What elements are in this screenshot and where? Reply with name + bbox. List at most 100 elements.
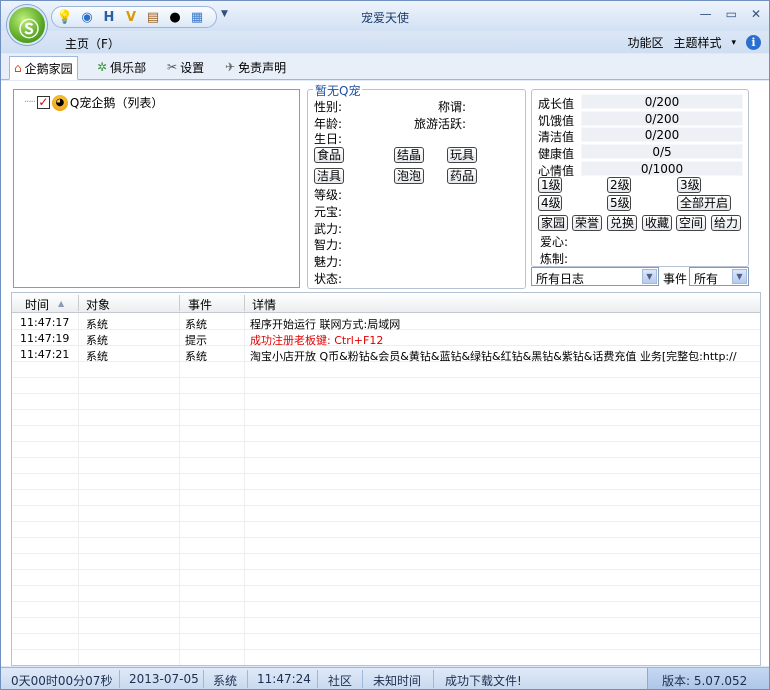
- home-button[interactable]: 家园: [538, 215, 568, 231]
- close-icon[interactable]: ✕: [751, 7, 761, 21]
- penguin-icon: ◕: [51, 94, 68, 111]
- grid-row-line: [12, 537, 760, 538]
- stat-value: 0/200: [581, 111, 743, 126]
- cell-time: 11:47:17: [20, 316, 70, 329]
- cell-detail: 淘宝小店开放 Q币&粉钻&会员&黄钻&蓝钻&绿钻&红钻&黑钻&紫钻&话费充值 业…: [250, 350, 737, 363]
- status-divider: [119, 670, 120, 688]
- column-header-event[interactable]: 事件: [188, 296, 212, 313]
- status-divider: [317, 670, 318, 688]
- stat-health: 健康值 0/5: [538, 144, 744, 161]
- maximize-icon[interactable]: ▭: [726, 7, 737, 21]
- tab-settings[interactable]: ✂ 设置: [163, 56, 208, 78]
- stat-label: 成长值: [538, 97, 575, 111]
- status-version-panel: 版本: 5.07.052: [647, 668, 769, 689]
- crystal-button[interactable]: 结晶: [394, 147, 424, 163]
- bubble-button[interactable]: 泡泡: [394, 168, 424, 184]
- toy-button[interactable]: 玩具: [447, 147, 477, 163]
- status-bar: 0天00时00分07秒 2013-07-05 系统 11:47:24 社区 未知…: [1, 667, 769, 689]
- column-divider[interactable]: [179, 295, 180, 311]
- menu-home[interactable]: 主页（F）: [65, 35, 120, 52]
- penguin-tree: ····· ✓ ◕ Q宠企鹅（列表）: [13, 89, 300, 288]
- medicine-button[interactable]: 药品: [447, 168, 477, 184]
- log-header-row: 时间 ▲ 对象 事件 详情: [12, 293, 760, 313]
- menu-theme[interactable]: 主题样式: [673, 34, 721, 51]
- grid-row-line: [12, 489, 760, 490]
- menu-function-area[interactable]: 功能区: [627, 34, 663, 51]
- grid-row-line: [12, 409, 760, 410]
- app-logo-icon[interactable]: Ⓢ: [7, 5, 47, 45]
- cell-time: 11:47:21: [20, 348, 70, 361]
- tab-content: ····· ✓ ◕ Q宠企鹅（列表） 暂无Q宠 性别: 称谓: 年龄: 旅游活跃…: [1, 81, 769, 666]
- column-divider[interactable]: [78, 295, 79, 311]
- tab-penguin-home[interactable]: ⌂ 企鹅家园: [9, 56, 78, 80]
- force-label: 武力:: [314, 222, 343, 236]
- intellect-label: 智力:: [314, 238, 343, 252]
- tree-connector: ·····: [24, 97, 36, 108]
- open-all-button[interactable]: 全部开启: [677, 195, 731, 211]
- level-4-button[interactable]: 4级: [538, 195, 562, 211]
- space-button[interactable]: 空间: [676, 215, 706, 231]
- travel-label: 旅游活跃:: [414, 117, 467, 131]
- pet-panel-legend: 暂无Q宠: [313, 82, 363, 99]
- pet-info-panel: 暂无Q宠 性别: 称谓: 年龄: 旅游活跃: 生日: 食品 结晶 玩具 洁具 泡…: [307, 82, 526, 289]
- status-divider: [433, 670, 434, 688]
- food-button[interactable]: 食品: [314, 147, 344, 163]
- status-download: 成功下载文件!: [445, 674, 522, 688]
- table-row[interactable]: 11:47:21 系统 系统 淘宝小店开放 Q币&粉钻&会员&黄钻&蓝钻&绿钻&…: [12, 346, 760, 363]
- grid-row-line: [12, 601, 760, 602]
- stat-value: 0/5: [581, 144, 743, 159]
- column-header-detail[interactable]: 详情: [252, 296, 276, 313]
- status-divider: [247, 670, 248, 688]
- window-controls: — ▭ ✕: [700, 7, 761, 21]
- event-select[interactable]: 所有 ▼: [689, 267, 749, 286]
- column-divider[interactable]: [244, 295, 245, 311]
- column-header-time[interactable]: 时间: [25, 296, 49, 313]
- title-label: 称谓:: [438, 100, 467, 114]
- level-label: 等级:: [314, 188, 343, 202]
- grid-row-line: [12, 649, 760, 650]
- level-3-button[interactable]: 3级: [677, 177, 701, 193]
- status-time: 11:47:24: [257, 672, 311, 686]
- clean-tool-button[interactable]: 洁具: [314, 168, 344, 184]
- table-row[interactable]: 11:47:17 系统 系统 程序开始运行 联网方式:局域网: [12, 314, 760, 331]
- penguin-home-icon: ⌂: [14, 61, 22, 75]
- status-version: 版本: 5.07.052: [662, 674, 748, 688]
- minimize-icon[interactable]: —: [700, 7, 712, 21]
- table-row[interactable]: 11:47:19 系统 提示 成功注册老板键: Ctrl+F12: [12, 330, 760, 347]
- tab-disclaimer[interactable]: ✈ 免责声明: [221, 56, 290, 78]
- log-type-select[interactable]: 所有日志 ▼: [531, 267, 659, 286]
- tab-label: 设置: [180, 60, 205, 75]
- exchange-button[interactable]: 兑换: [607, 215, 637, 231]
- boost-button[interactable]: 给力: [711, 215, 741, 231]
- honor-button[interactable]: 荣誉: [572, 215, 602, 231]
- menu-right: 功能区 主题样式 ▾ i: [627, 34, 761, 51]
- status-community[interactable]: 社区: [328, 672, 352, 689]
- chevron-down-icon[interactable]: ▼: [732, 269, 747, 284]
- level-5-button[interactable]: 5级: [607, 195, 631, 211]
- grid-row-line: [12, 665, 761, 666]
- column-header-object[interactable]: 对象: [86, 296, 110, 313]
- stat-growth: 成长值 0/200: [538, 94, 744, 111]
- tab-club[interactable]: ✲ 俱乐部: [93, 56, 150, 78]
- gender-label: 性别:: [314, 100, 343, 114]
- stat-clean: 清洁值 0/200: [538, 127, 744, 144]
- charm-label: 魅力:: [314, 255, 343, 269]
- event-log-table: 时间 ▲ 对象 事件 详情 11:47:17 系统 系统 程序开始运行 联网方式…: [11, 292, 761, 666]
- club-icon: ✲: [97, 60, 108, 74]
- log-type-value: 所有日志: [536, 272, 585, 286]
- info-icon[interactable]: i: [746, 35, 761, 50]
- grid-row-line: [12, 457, 760, 458]
- level-2-button[interactable]: 2级: [607, 177, 631, 193]
- grid-row-line: [12, 569, 760, 570]
- refine-label: 炼制:: [540, 252, 569, 266]
- tree-root[interactable]: ····· ✓ ◕ Q宠企鹅（列表）: [24, 94, 163, 111]
- collect-button[interactable]: 收藏: [642, 215, 672, 231]
- menu-bar: 主页（F） 功能区 主题样式 ▾ i: [1, 31, 769, 53]
- level-1-button[interactable]: 1级: [538, 177, 562, 193]
- cell-object: 系统: [86, 350, 108, 363]
- stat-value: 0/1000: [581, 161, 743, 176]
- chevron-down-icon[interactable]: ▾: [731, 38, 736, 48]
- tree-checkbox[interactable]: ✓: [36, 96, 50, 109]
- grid-row-line: [12, 441, 760, 442]
- chevron-down-icon[interactable]: ▼: [642, 269, 657, 284]
